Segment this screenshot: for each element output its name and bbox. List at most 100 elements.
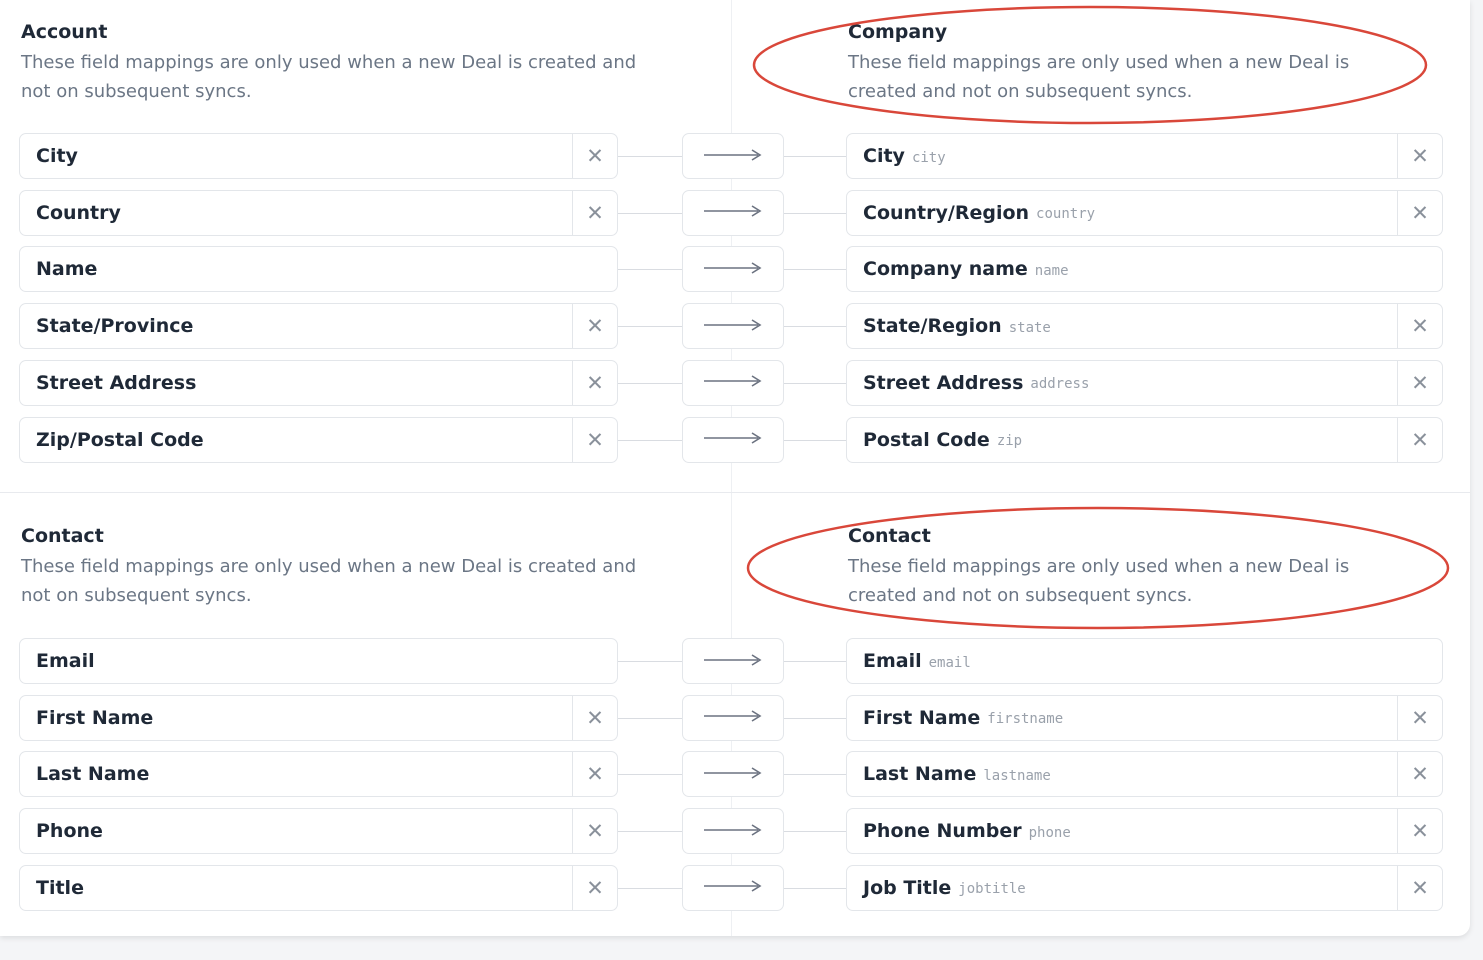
account-section-header: Account These field mappings are only us… — [21, 20, 636, 106]
target-field-key: city — [911, 149, 946, 166]
clear-target-icon[interactable]: ✕ — [1397, 304, 1442, 349]
mapping-row-first-name: First Name ✕ First Name firstname ✕ — [0, 694, 1470, 743]
target-field-key: zip — [996, 433, 1023, 449]
target-field-label: First Name — [863, 706, 981, 729]
mapping-arrow — [682, 246, 784, 293]
arrow-right-icon — [702, 652, 764, 671]
clear-target-icon[interactable]: ✕ — [1397, 865, 1442, 910]
target-field-label: Job Title — [863, 876, 952, 899]
target-field-label: State/Region — [863, 315, 1002, 338]
connector-line — [618, 831, 682, 833]
target-field-key: state — [1008, 319, 1051, 336]
arrow-right-icon — [702, 147, 764, 166]
mapping-row-state-province: State/Province ✕ State/Region state ✕ — [0, 303, 1470, 351]
target-field-city[interactable]: City city ✕ — [846, 133, 1443, 179]
clear-target-icon[interactable]: ✕ — [1397, 417, 1442, 462]
target-field-state[interactable]: State/Region state ✕ — [846, 303, 1443, 350]
arrow-right-icon — [702, 708, 764, 727]
mapping-arrow — [682, 808, 784, 855]
account-description: These field mappings are only used when … — [21, 52, 637, 102]
target-field-key: jobtitle — [958, 881, 1026, 898]
connector-line — [784, 326, 846, 328]
clear-source-icon[interactable]: ✕ — [572, 134, 617, 178]
target-field-zip[interactable]: Postal Code zip ✕ — [846, 416, 1443, 463]
contact-source-description: These field mappings are only used when … — [21, 556, 637, 606]
connector-line — [618, 717, 682, 719]
source-field-city[interactable]: City ✕ — [19, 133, 618, 179]
clear-source-icon[interactable]: ✕ — [572, 417, 617, 462]
connector-line — [784, 831, 846, 833]
source-field-label: Title — [36, 876, 84, 899]
connector-line — [784, 156, 846, 157]
source-field-label: Name — [36, 258, 98, 281]
contact-target-title: Contact — [848, 525, 931, 547]
target-field-key: country — [1036, 206, 1096, 223]
clear-source-icon[interactable]: ✕ — [572, 190, 617, 235]
target-field-address[interactable]: Street Address address ✕ — [846, 359, 1443, 406]
clear-target-icon[interactable]: ✕ — [1397, 134, 1442, 178]
source-field-label: State/Province — [36, 315, 194, 338]
clear-target-icon[interactable]: ✕ — [1397, 752, 1442, 797]
connector-line — [784, 774, 846, 776]
connector-line — [618, 661, 682, 662]
arrow-right-icon — [702, 317, 764, 336]
clear-target-icon[interactable]: ✕ — [1397, 190, 1442, 235]
clear-target-icon[interactable]: ✕ — [1397, 809, 1442, 854]
source-field-email[interactable]: Email — [19, 638, 618, 684]
target-field-label: Street Address — [863, 371, 1024, 394]
source-field-label: Street Address — [36, 371, 197, 394]
section-divider — [0, 492, 1470, 493]
clear-source-icon[interactable]: ✕ — [572, 752, 617, 797]
clear-source-icon[interactable]: ✕ — [572, 695, 617, 740]
mapping-row-last-name: Last Name ✕ Last Name lastname ✕ — [0, 751, 1470, 799]
connector-line — [618, 774, 682, 776]
target-field-jobtitle[interactable]: Job Title jobtitle ✕ — [846, 864, 1443, 911]
arrow-right-icon — [702, 765, 764, 784]
source-field-label: Email — [36, 650, 95, 672]
target-field-country[interactable]: Country/Region country ✕ — [846, 189, 1443, 236]
mapping-arrow — [682, 359, 784, 406]
clear-target-icon[interactable]: ✕ — [1397, 360, 1442, 405]
clear-source-icon[interactable]: ✕ — [572, 809, 617, 854]
target-field-label: City — [863, 145, 905, 167]
connector-line — [618, 212, 682, 214]
target-field-phone[interactable]: Phone Number phone ✕ — [846, 808, 1443, 855]
source-field-street-address[interactable]: Street Address ✕ — [19, 359, 618, 406]
target-field-name[interactable]: Company name name — [846, 246, 1443, 293]
mapping-row-country: Country ✕ Country/Region country ✕ — [0, 189, 1470, 238]
arrow-right-icon — [702, 373, 764, 392]
source-field-first-name[interactable]: First Name ✕ — [19, 694, 618, 741]
source-field-label: Last Name — [36, 763, 150, 786]
clear-source-icon[interactable]: ✕ — [572, 865, 617, 910]
mapping-row-city: City ✕ City city ✕ — [0, 133, 1470, 181]
target-field-email[interactable]: Email email — [846, 638, 1443, 684]
source-field-phone[interactable]: Phone ✕ — [19, 808, 618, 855]
connector-line — [618, 382, 682, 384]
mapping-row-title: Title ✕ Job Title jobtitle ✕ — [0, 864, 1470, 913]
company-section-header: Company These field mappings are only us… — [848, 20, 1349, 106]
clear-target-icon[interactable]: ✕ — [1397, 695, 1442, 740]
clear-source-icon[interactable]: ✕ — [572, 360, 617, 405]
source-field-title[interactable]: Title ✕ — [19, 864, 618, 911]
source-field-country[interactable]: Country ✕ — [19, 189, 618, 236]
mapping-row-email: Email Email email — [0, 638, 1470, 686]
connector-line — [618, 439, 682, 441]
mapping-arrow — [682, 864, 784, 911]
connector-line — [784, 439, 846, 441]
mapping-arrow — [682, 751, 784, 798]
source-field-name[interactable]: Name — [19, 246, 618, 293]
account-title: Account — [21, 21, 108, 43]
contact-source-section-header: Contact These field mappings are only us… — [21, 524, 636, 610]
target-field-label: Company name — [863, 258, 1028, 281]
source-field-state-province[interactable]: State/Province ✕ — [19, 303, 618, 350]
contact-target-description: These field mappings are only used when … — [848, 556, 1350, 606]
mapping-arrow — [682, 303, 784, 350]
field-mapping-card: Account These field mappings are only us… — [0, 0, 1470, 936]
connector-line — [784, 212, 846, 214]
target-field-lastname[interactable]: Last Name lastname ✕ — [846, 751, 1443, 798]
source-field-last-name[interactable]: Last Name ✕ — [19, 751, 618, 798]
mapping-arrow — [682, 189, 784, 236]
target-field-firstname[interactable]: First Name firstname ✕ — [846, 694, 1443, 741]
clear-source-icon[interactable]: ✕ — [572, 304, 617, 349]
source-field-zip-postal-code[interactable]: Zip/Postal Code ✕ — [19, 416, 618, 463]
